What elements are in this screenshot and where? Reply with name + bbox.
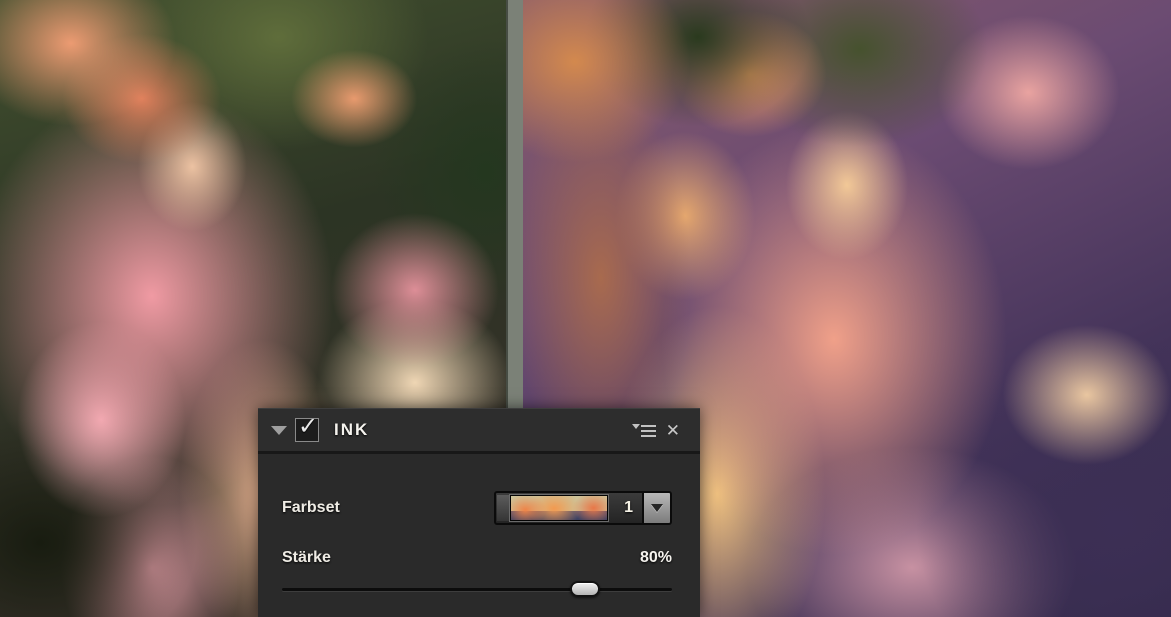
farbset-row: Farbset 1 xyxy=(282,488,672,528)
ink-panel-header[interactable]: ✓ INK ✕ xyxy=(258,409,700,454)
staerke-value: 80% xyxy=(639,549,672,566)
color-set-thumbnail xyxy=(510,495,608,521)
staerke-slider-track[interactable] xyxy=(282,588,672,591)
hamburger-icon xyxy=(640,423,656,437)
checkmark-icon: ✓ xyxy=(298,413,319,440)
collapse-icon[interactable] xyxy=(271,425,287,435)
dropdown-arrow-button[interactable] xyxy=(642,493,670,523)
ink-panel: ✓ INK ✕ Farbset 1 Stärke 80% xyxy=(258,408,700,617)
staerke-slider-handle[interactable] xyxy=(570,581,600,597)
staerke-label: Stärke xyxy=(282,549,331,566)
close-icon[interactable]: ✕ xyxy=(666,422,680,439)
farbset-dropdown[interactable]: 1 xyxy=(494,491,672,525)
farbset-label: Farbset xyxy=(282,499,340,516)
dropdown-edge xyxy=(497,495,509,521)
enable-filter-checkbox[interactable]: ✓ xyxy=(295,413,319,442)
chevron-down-icon xyxy=(651,504,663,512)
photo-editor-workspace: ✓ INK ✕ Farbset 1 Stärke 80% xyxy=(0,0,1171,617)
panel-header-actions: ✕ xyxy=(631,422,700,439)
panel-menu-icon[interactable] xyxy=(631,423,656,437)
staerke-slider[interactable] xyxy=(282,580,672,600)
panel-title: INK xyxy=(334,420,370,439)
staerke-row: Stärke 80% xyxy=(282,546,672,570)
farbset-value: 1 xyxy=(624,499,633,516)
ink-panel-body: Farbset 1 Stärke 80% xyxy=(258,454,700,615)
menu-triangle-icon xyxy=(631,424,640,429)
